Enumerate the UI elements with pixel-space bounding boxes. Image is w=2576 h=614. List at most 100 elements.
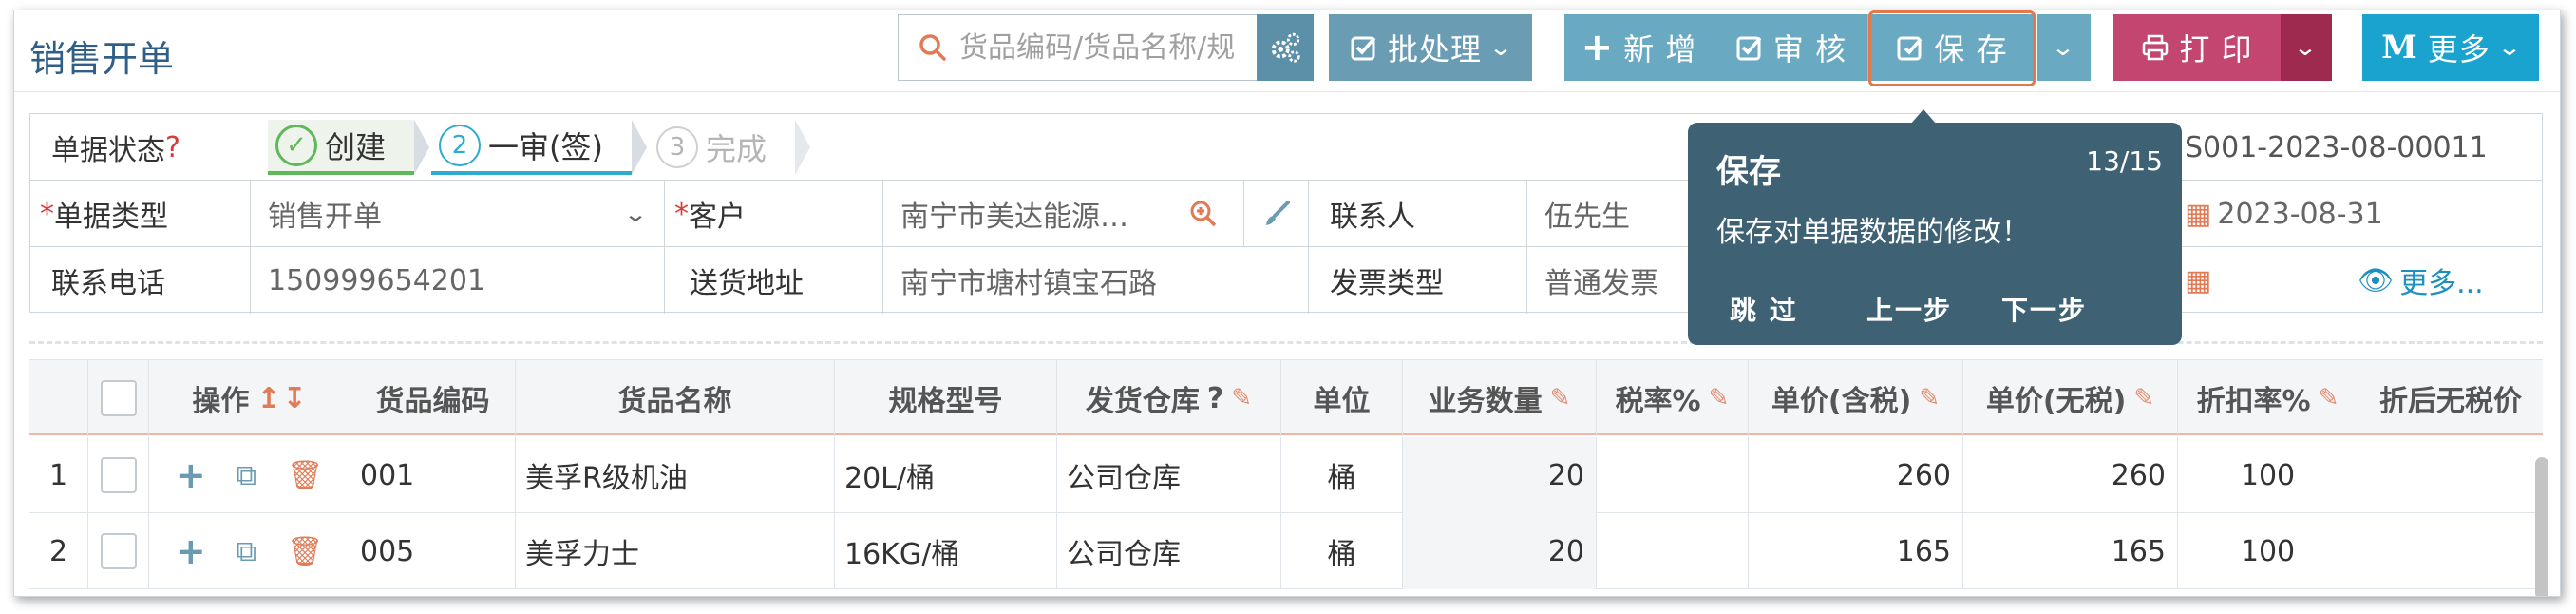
cell-price-notax[interactable]: 165: [1963, 513, 2178, 589]
items-grid: 操作 ↥ ↧ 货品编码 货品名称 规格型号 发货仓库? ✎ 单位 业务数量 ✎ 税率%…: [29, 341, 2543, 596]
sort-up-icon[interactable]: ↥: [256, 382, 280, 415]
copy-icon[interactable]: ⧉: [237, 459, 256, 492]
tooltip-next-button[interactable]: 下一步: [2001, 290, 2087, 328]
batch-button[interactable]: 批处理 ⌄: [1329, 14, 1532, 81]
cell-warehouse[interactable]: 公司仓库: [1057, 437, 1281, 513]
eye-icon: 👁: [2358, 263, 2395, 297]
header-spec: 规格型号: [835, 360, 1057, 436]
cell-unit[interactable]: 桶: [1281, 437, 1403, 513]
edit-icon[interactable]: ✎: [1709, 384, 1730, 413]
invoice-value[interactable]: 普通发票: [1527, 247, 1698, 314]
cell-discount[interactable]: 100: [2178, 513, 2358, 589]
doc-type-select[interactable]: 销售开单 ⌄: [251, 181, 665, 247]
contact-label: 联系人: [1309, 181, 1527, 247]
address-value[interactable]: 南宁市塘村镇宝石路: [883, 247, 1309, 314]
edit-icon[interactable]: ✎: [2133, 384, 2154, 413]
audit-button[interactable]: 审 核: [1714, 14, 1868, 81]
edit-icon[interactable]: ✎: [1550, 384, 1571, 413]
row-select[interactable]: [88, 437, 149, 513]
cell-name[interactable]: 美孚力士: [516, 513, 835, 589]
cell-price-notax[interactable]: 260: [1963, 437, 2178, 513]
header-qty-label: 业务数量: [1428, 385, 1543, 418]
grid-header: 操作 ↥ ↧ 货品编码 货品名称 规格型号 发货仓库? ✎ 单位 业务数量 ✎ 税率%…: [29, 359, 2543, 436]
add-row-icon[interactable]: +: [176, 530, 206, 572]
search-input[interactable]: [959, 30, 1244, 65]
customer-label: 客户: [689, 201, 746, 234]
chevron-down-icon: ⌄: [2051, 34, 2077, 61]
row-ops: + ⧉ 🗑: [149, 437, 350, 513]
search-icon: [919, 34, 946, 61]
edit-icon[interactable]: ✎: [2319, 384, 2339, 413]
edit-icon[interactable]: ✎: [1231, 384, 1252, 413]
row-select[interactable]: [88, 513, 149, 589]
help-icon[interactable]: ?: [165, 131, 180, 164]
row-checkbox[interactable]: [100, 457, 137, 493]
check-square-icon: [1351, 36, 1376, 61]
chevron-down-icon: ⌄: [2293, 34, 2320, 61]
tooltip-body: 保存对单据数据的修改！: [1716, 216, 2030, 249]
row-index: 2: [29, 513, 88, 589]
cell-code[interactable]: 001: [350, 437, 516, 513]
search-settings-button[interactable]: [1257, 14, 1314, 81]
header-unit: 单位: [1281, 360, 1403, 436]
select-all-checkbox[interactable]: [100, 380, 137, 416]
sort-down-icon[interactable]: ↧: [283, 382, 307, 415]
print-label: 打 印: [2179, 31, 2253, 67]
print-dropdown-button[interactable]: ⌄: [2281, 14, 2332, 81]
more-fields-link[interactable]: 👁 更多...: [2358, 247, 2529, 314]
more-button[interactable]: M 更多 ⌄: [2362, 14, 2539, 81]
cell-qty[interactable]: 20: [1403, 513, 1597, 589]
header-ops-label: 操作: [192, 385, 250, 418]
calendar-icon: ▦: [2185, 197, 2212, 231]
add-row-icon[interactable]: +: [176, 454, 206, 496]
contact-value[interactable]: 伍先生: [1527, 181, 1698, 247]
status-label-cell: 单据状态?: [30, 114, 251, 181]
save-dropdown-button[interactable]: ⌄: [2037, 14, 2091, 81]
cell-after-discount[interactable]: [2358, 437, 2543, 513]
copy-icon[interactable]: ⧉: [237, 535, 256, 568]
date-field[interactable]: ▦ 2023-08-31: [2168, 181, 2529, 247]
trash-icon[interactable]: 🗑: [287, 535, 323, 568]
cell-after-discount[interactable]: [2358, 513, 2543, 589]
header-price-tax-label: 单价(含税): [1771, 385, 1912, 418]
cell-warehouse[interactable]: 公司仓库: [1057, 513, 1281, 589]
row-checkbox[interactable]: [100, 533, 137, 569]
header-select-all[interactable]: [88, 360, 149, 436]
cell-discount[interactable]: 100: [2178, 437, 2358, 513]
search-box[interactable]: [898, 14, 1259, 81]
phone-value[interactable]: 150999654201: [251, 247, 665, 314]
print-button[interactable]: 打 印: [2113, 14, 2281, 81]
cell-qty[interactable]: 20: [1403, 437, 1597, 513]
trash-icon[interactable]: 🗑: [287, 459, 323, 492]
more-label: 更多: [2427, 31, 2491, 67]
plus-icon: +: [1581, 26, 1615, 69]
invoice-label: 发票类型: [1309, 247, 1527, 314]
cell-unit[interactable]: 桶: [1281, 513, 1403, 589]
step-label: 一审(签): [488, 129, 603, 165]
cell-name[interactable]: 美孚R级机油: [516, 437, 835, 513]
header-discount: 折扣率% ✎: [2178, 360, 2358, 436]
doc-type-label: 单据类型: [54, 201, 168, 234]
cell-spec[interactable]: 16KG/桶: [835, 513, 1057, 589]
cell-code[interactable]: 005: [350, 513, 516, 589]
grid-scrollbar[interactable]: [2535, 457, 2548, 596]
tooltip-skip-button[interactable]: 跳 过: [1730, 290, 1798, 328]
table-row[interactable]: 2 + ⧉ 🗑 005 美孚力士 16KG/桶 公司仓库 桶 20 165 16…: [29, 513, 2543, 589]
table-row[interactable]: 1 + ⧉ 🗑 001 美孚R级机油 20L/桶 公司仓库 桶 20 260 2…: [29, 437, 2543, 513]
customer-clear-button[interactable]: [1244, 181, 1309, 247]
tooltip-title: 保存: [1716, 153, 1781, 191]
cell-price-tax[interactable]: 260: [1749, 437, 1963, 513]
tooltip-prev-button[interactable]: 上一步: [1866, 290, 1952, 328]
cell-tax-rate[interactable]: [1597, 437, 1749, 513]
brush-icon: [1265, 201, 1290, 225]
customer-search-button[interactable]: [1163, 181, 1244, 247]
cell-price-tax[interactable]: 165: [1749, 513, 1963, 589]
add-button[interactable]: + 新 增: [1564, 14, 1714, 81]
cell-spec[interactable]: 20L/桶: [835, 437, 1057, 513]
status-label: 单据状态: [51, 134, 165, 167]
order-number: S001-2023-08-00011: [2185, 130, 2488, 164]
zoom-in-icon: [1190, 201, 1217, 227]
header-warehouse: 发货仓库? ✎: [1057, 360, 1281, 436]
cell-tax-rate[interactable]: [1597, 513, 1749, 589]
edit-icon[interactable]: ✎: [1919, 384, 1940, 413]
